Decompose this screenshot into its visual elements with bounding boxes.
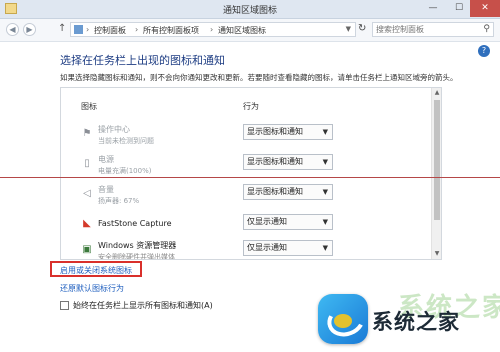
minimize-button[interactable]: — bbox=[420, 0, 446, 17]
scroll-up-icon[interactable]: ▲ bbox=[432, 88, 441, 98]
annotation-highlight-box bbox=[50, 261, 142, 277]
watermark-logo-icon bbox=[318, 294, 368, 344]
item-status: 当前未检测到问题 bbox=[98, 137, 154, 145]
close-button[interactable]: ✕ bbox=[470, 0, 500, 17]
search-icon[interactable]: ⚲ bbox=[483, 24, 490, 34]
title-bar: 通知区域图标 — ☐ ✕ bbox=[0, 0, 500, 19]
chevron-down-icon: ▼ bbox=[322, 128, 328, 136]
list-item: ▣ Windows 资源管理器 安全删除硬件并弹出媒体 仅显示通知 ▼ bbox=[61, 236, 431, 260]
breadcrumb-separator: › bbox=[210, 25, 214, 34]
maximize-button[interactable]: ☐ bbox=[446, 0, 472, 17]
breadcrumb-control-panel[interactable]: 控制面板 bbox=[94, 25, 126, 36]
item-status: 电量充满(100%) bbox=[98, 167, 152, 175]
address-bar[interactable]: › 控制面板 › 所有控制面板项 › 通知区域图标 ▼ bbox=[70, 22, 356, 37]
usb-icon: ▣ bbox=[82, 244, 92, 255]
behavior-select[interactable]: 显示图标和通知 ▼ bbox=[243, 184, 333, 200]
refresh-icon[interactable]: ↻ bbox=[358, 23, 366, 34]
page-title: 选择在任务栏上出现的图标和通知 bbox=[60, 54, 225, 67]
page-description: 如果选择隐藏图标和通知，则不会向你通知更改和更新。若要随时查看隐藏的图标，请单击… bbox=[60, 73, 458, 82]
list-item: ◁ 音量 扬声器: 67% 显示图标和通知 ▼ bbox=[61, 180, 431, 210]
annotation-line bbox=[0, 177, 500, 178]
watermark-text: 系统之家 bbox=[372, 310, 460, 334]
scroll-down-icon[interactable]: ▼ bbox=[432, 249, 441, 259]
behavior-select[interactable]: 仅显示通知 ▼ bbox=[243, 240, 333, 256]
behavior-select[interactable]: 显示图标和通知 ▼ bbox=[243, 124, 333, 140]
breadcrumb-separator: › bbox=[135, 25, 139, 34]
chevron-down-icon: ▼ bbox=[322, 158, 328, 166]
checkbox-label[interactable]: 始终在任务栏上显示所有图标和通知(A) bbox=[73, 300, 213, 311]
help-icon[interactable]: ? bbox=[478, 45, 490, 57]
flag-icon: ⚑ bbox=[82, 128, 92, 139]
behavior-select[interactable]: 显示图标和通知 ▼ bbox=[243, 154, 333, 170]
scroll-thumb[interactable] bbox=[434, 100, 440, 220]
speaker-icon: ◁ bbox=[83, 188, 91, 199]
item-name: Windows 资源管理器 bbox=[98, 241, 177, 250]
icon-list: 图标 行为 ⚑ 操作中心 当前未检测到问题 显示图标和通知 ▼ ▯ 电源 电量充满… bbox=[60, 87, 442, 260]
forward-button[interactable]: ▶ bbox=[23, 23, 36, 36]
behavior-select[interactable]: 仅显示通知 ▼ bbox=[243, 214, 333, 230]
back-button[interactable]: ◀ bbox=[6, 23, 19, 36]
item-name: 电源 bbox=[98, 155, 114, 164]
show-all-icons-checkbox[interactable] bbox=[60, 301, 69, 310]
faststone-icon: ◣ bbox=[83, 218, 91, 229]
chevron-down-icon: ▼ bbox=[322, 218, 328, 226]
column-header-icon: 图标 bbox=[81, 102, 97, 111]
chevron-down-icon[interactable]: ▼ bbox=[346, 25, 351, 33]
vertical-scrollbar[interactable]: ▲ ▼ bbox=[431, 88, 441, 259]
list-item: ⚑ 操作中心 当前未检测到问题 显示图标和通知 ▼ bbox=[61, 120, 431, 150]
address-row: ◀ ▶ ↑ › 控制面板 › 所有控制面板项 › 通知区域图标 ▼ ↻ ⚲ bbox=[0, 19, 500, 42]
column-header-behavior: 行为 bbox=[243, 102, 259, 111]
list-item: ▯ 电源 电量充满(100%) 显示图标和通知 ▼ bbox=[61, 150, 431, 180]
item-name: FastStone Capture bbox=[98, 219, 172, 228]
breadcrumb-current[interactable]: 通知区域图标 bbox=[218, 25, 266, 36]
battery-icon: ▯ bbox=[84, 158, 90, 169]
item-name: 操作中心 bbox=[98, 125, 130, 134]
restore-defaults-link[interactable]: 还原默认图标行为 bbox=[60, 283, 124, 294]
breadcrumb-separator: › bbox=[86, 25, 90, 34]
chevron-down-icon: ▼ bbox=[322, 188, 328, 196]
search-box[interactable]: ⚲ bbox=[372, 22, 494, 37]
chevron-down-icon: ▼ bbox=[322, 244, 328, 252]
control-panel-icon bbox=[74, 25, 83, 34]
item-name: 音量 bbox=[98, 185, 114, 194]
search-input[interactable] bbox=[376, 24, 476, 35]
item-status: 安全删除硬件并弹出媒体 bbox=[98, 253, 175, 260]
up-arrow-icon[interactable]: ↑ bbox=[58, 23, 66, 34]
item-status: 扬声器: 67% bbox=[98, 197, 140, 205]
breadcrumb-all-items[interactable]: 所有控制面板项 bbox=[143, 25, 199, 36]
